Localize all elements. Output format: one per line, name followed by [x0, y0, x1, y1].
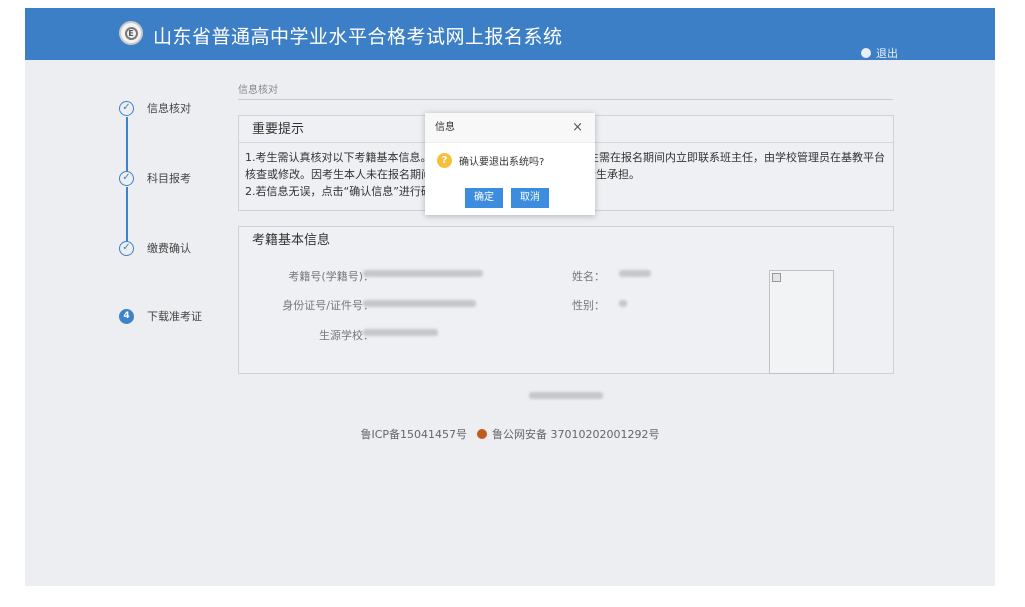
step-label: 信息核对 [147, 102, 191, 115]
broken-image-icon [772, 273, 781, 282]
question-icon: ? [437, 153, 452, 168]
label-id-card: 身份证号/证件号： [282, 299, 374, 312]
step-download-ticket: 4 下载准考证 [119, 308, 239, 324]
logout-confirm-dialog: 信息 × ? 确认要退出系统吗? 确定 取消 [425, 113, 595, 215]
step-label: 科目报考 [147, 172, 191, 185]
logout-label: 退出 [876, 47, 898, 60]
dialog-title-bar: 信息 × [425, 113, 595, 143]
breadcrumb: 信息核对 [238, 85, 278, 96]
app-window: E 山东省普通高中学业水平合格考试网上报名系统 退出 信息核对 ✓ 信息核对 ✓… [25, 8, 995, 586]
dialog-body: ? 确认要退出系统吗? [425, 143, 595, 168]
id-card-value [363, 300, 476, 307]
student-id-value [363, 270, 483, 277]
check-circle-icon: ✓ [119, 170, 134, 186]
label-school: 生源学校： [319, 329, 374, 342]
notice-line: 时生需在报名期间内立即联系班主任，由学校管理员在基教平台 [577, 151, 885, 164]
step-label: 缴费确认 [147, 242, 191, 255]
check-circle-icon: ✓ [119, 240, 134, 256]
step-connector [126, 187, 128, 242]
logout-link[interactable]: 退出 [861, 45, 898, 61]
close-icon[interactable]: × [572, 113, 583, 143]
blurred-button[interactable] [529, 392, 603, 399]
icp-record[interactable]: 鲁ICP备15041457号 [360, 426, 467, 442]
confirm-button[interactable]: 确定 [465, 188, 503, 208]
notice-line: 1.考生需认真核对以下考籍基本信息。若 [245, 151, 443, 164]
check-circle-icon: ✓ [119, 100, 134, 116]
step-connector [126, 117, 128, 172]
police-record[interactable]: 鲁公网安备 37010202001292号 [492, 426, 659, 442]
dialog-message: 确认要退出系统吗? [459, 157, 545, 168]
gender-value [619, 300, 627, 307]
label-student-id: 考籍号(学籍号)： [288, 270, 374, 283]
notice-line: 核查或修改。因考生本人未在报名期间 [245, 168, 432, 181]
label-name: 姓名： [572, 270, 605, 283]
step-subject-register: ✓ 科目报考 [119, 170, 239, 186]
cancel-button[interactable]: 取消 [511, 188, 549, 208]
label-gender: 性别： [572, 299, 605, 312]
breadcrumb-divider [238, 99, 893, 100]
name-value [619, 270, 651, 277]
school-value [363, 329, 438, 336]
logout-icon [861, 48, 871, 58]
step-label: 下载准考证 [147, 310, 202, 323]
notice-line: 2.若信息无误，点击“确认信息”进行确 [245, 185, 432, 198]
system-logo: E [119, 21, 143, 45]
police-badge-icon [477, 429, 488, 439]
step-number-badge: 4 [119, 308, 134, 324]
dialog-buttons: 确定 取消 [465, 188, 557, 208]
step-payment-confirm: ✓ 缴费确认 [119, 240, 239, 256]
step-info-check: ✓ 信息核对 [119, 100, 239, 116]
student-info-title: 考籍基本信息 [252, 233, 331, 248]
page-title: 山东省普通高中学业水平合格考试网上报名系统 [153, 26, 563, 48]
dialog-title: 信息 [435, 122, 455, 133]
student-photo [769, 270, 834, 374]
header-bar: E 山东省普通高中学业水平合格考试网上报名系统 退出 [25, 8, 995, 60]
footer: 鲁ICP备15041457号 鲁公网安备 37010202001292号 [25, 426, 995, 442]
